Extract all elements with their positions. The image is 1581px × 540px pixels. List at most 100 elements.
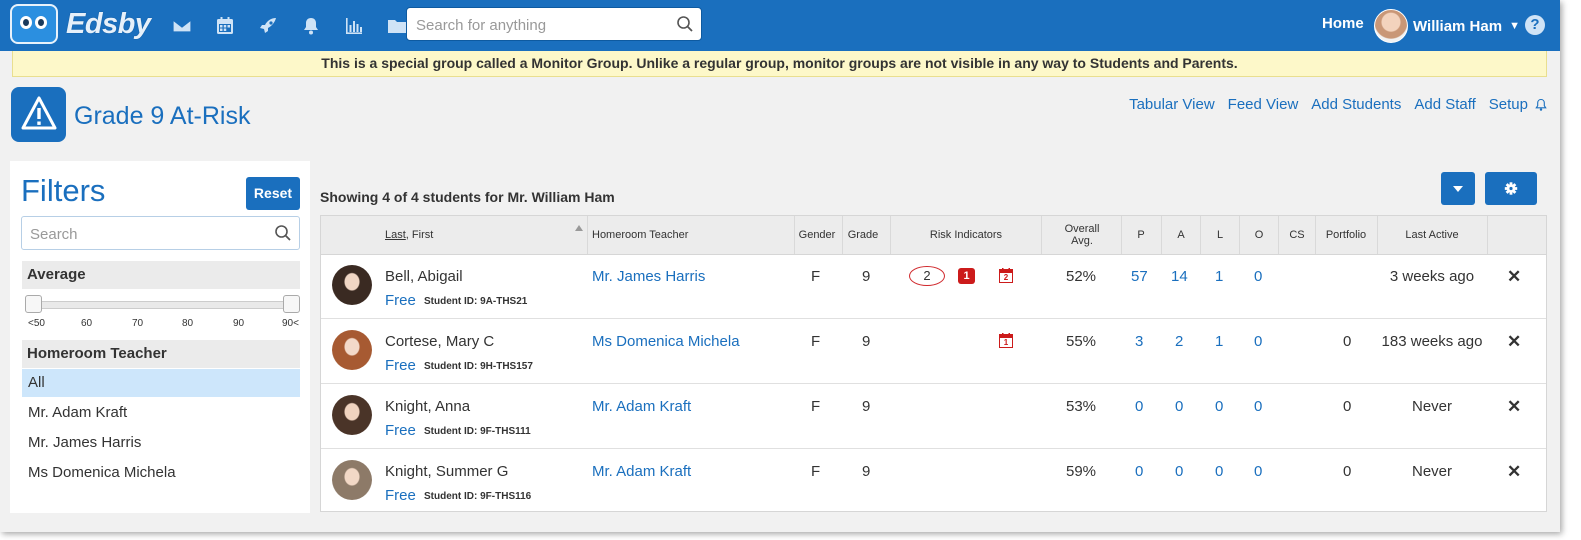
o-count-link[interactable]: 0 bbox=[1254, 333, 1262, 350]
rocket-icon[interactable] bbox=[246, 14, 289, 38]
notification-bell-icon[interactable] bbox=[1534, 98, 1548, 112]
slider-min-handle[interactable] bbox=[25, 295, 42, 313]
homeroom-option-michela[interactable]: Ms Domenica Michela bbox=[22, 459, 300, 487]
calendar-icon[interactable] bbox=[203, 14, 246, 38]
portfolio-cell: 0 bbox=[1343, 463, 1352, 480]
homeroom-teacher-link[interactable]: Mr. James Harris bbox=[592, 268, 705, 285]
edsby-logo[interactable]: Edsby bbox=[10, 4, 151, 44]
l-count-link[interactable]: 0 bbox=[1215, 463, 1223, 480]
free-status-link[interactable]: Free bbox=[385, 292, 416, 309]
setup-link[interactable]: Setup bbox=[1489, 96, 1528, 113]
l-count-link[interactable]: 1 bbox=[1215, 268, 1223, 285]
l-count-link[interactable]: 1 bbox=[1215, 333, 1223, 350]
student-photo[interactable] bbox=[332, 460, 372, 500]
p-count-link[interactable]: 57 bbox=[1131, 268, 1148, 285]
feed-view-link[interactable]: Feed View bbox=[1228, 96, 1299, 113]
p-count-link[interactable]: 0 bbox=[1135, 398, 1143, 415]
top-navigation-bar: Edsby Home bbox=[0, 0, 1560, 51]
average-range-slider[interactable] bbox=[25, 295, 300, 313]
tick-label: 70 bbox=[132, 318, 144, 329]
attendance-calendar-icon[interactable]: 2 bbox=[999, 268, 1013, 283]
options-dropdown-button[interactable] bbox=[1441, 172, 1475, 205]
search-icon[interactable] bbox=[274, 224, 292, 242]
settings-button[interactable] bbox=[1485, 172, 1537, 205]
homeroom-option-all[interactable]: All bbox=[22, 369, 300, 397]
filter-search-box[interactable] bbox=[21, 216, 300, 250]
attendance-calendar-icon[interactable]: 1 bbox=[999, 333, 1013, 348]
student-photo[interactable] bbox=[332, 265, 372, 305]
free-status-link[interactable]: Free bbox=[385, 422, 416, 439]
column-header-o[interactable]: O bbox=[1240, 216, 1278, 254]
homeroom-teacher-link[interactable]: Mr. Adam Kraft bbox=[592, 463, 691, 480]
search-icon[interactable] bbox=[676, 15, 694, 33]
grade-cell: 9 bbox=[862, 463, 871, 480]
homeroom-teacher-link[interactable]: Mr. Adam Kraft bbox=[592, 398, 691, 415]
l-count-link[interactable]: 0 bbox=[1215, 398, 1223, 415]
help-icon[interactable]: ? bbox=[1525, 15, 1545, 35]
student-name[interactable]: Cortese, Mary C bbox=[385, 333, 494, 350]
student-id-value: 9F-THS111 bbox=[480, 426, 531, 437]
column-header-portfolio[interactable]: Portfolio bbox=[1316, 216, 1376, 254]
column-header-name[interactable]: Last, First bbox=[385, 216, 525, 254]
student-id-value: 9H-THS157 bbox=[480, 361, 533, 372]
p-count-link[interactable]: 3 bbox=[1135, 333, 1143, 350]
portfolio-cell: 0 bbox=[1343, 333, 1352, 350]
bell-icon[interactable] bbox=[289, 14, 332, 38]
table-row[interactable]: Knight, Summer G Free Student ID: 9F-THS… bbox=[321, 449, 1546, 513]
free-status-link[interactable]: Free bbox=[385, 487, 416, 504]
homeroom-option-kraft[interactable]: Mr. Adam Kraft bbox=[22, 399, 300, 427]
column-header-homeroom[interactable]: Homeroom Teacher bbox=[592, 216, 792, 254]
risk-alert-badge[interactable]: 1 bbox=[958, 268, 975, 284]
calendar-count: 1 bbox=[1003, 338, 1009, 347]
student-photo[interactable] bbox=[332, 330, 372, 370]
student-id-value: 9A-THS21 bbox=[480, 296, 528, 307]
column-header-last-active[interactable]: Last Active bbox=[1378, 216, 1486, 254]
risk-count-indicator[interactable]: 2 bbox=[909, 266, 945, 286]
remove-student-button[interactable]: ✕ bbox=[1507, 332, 1521, 352]
student-name[interactable]: Knight, Summer G bbox=[385, 463, 508, 480]
remove-student-button[interactable]: ✕ bbox=[1507, 462, 1521, 482]
user-avatar bbox=[1374, 9, 1408, 43]
remove-student-button[interactable]: ✕ bbox=[1507, 397, 1521, 417]
user-menu[interactable]: William Ham ▼ bbox=[1374, 9, 1520, 43]
user-name: William Ham bbox=[1413, 17, 1503, 35]
column-header-a[interactable]: A bbox=[1162, 216, 1200, 254]
table-row[interactable]: Cortese, Mary C Free Student ID: 9H-THS1… bbox=[321, 319, 1546, 384]
student-name[interactable]: Knight, Anna bbox=[385, 398, 470, 415]
reset-button[interactable]: Reset bbox=[246, 177, 300, 210]
column-header-risk[interactable]: Risk Indicators bbox=[891, 216, 1041, 254]
column-header-l[interactable]: L bbox=[1201, 216, 1239, 254]
o-count-link[interactable]: 0 bbox=[1254, 268, 1262, 285]
table-row[interactable]: Knight, Anna Free Student ID: 9F-THS111 … bbox=[321, 384, 1546, 449]
mail-icon[interactable] bbox=[160, 14, 203, 38]
a-count-link[interactable]: 0 bbox=[1175, 463, 1183, 480]
filter-search-input[interactable] bbox=[28, 218, 272, 250]
student-photo[interactable] bbox=[332, 395, 372, 435]
overall-avg-cell: 53% bbox=[1066, 398, 1097, 415]
global-search-input[interactable] bbox=[414, 8, 668, 42]
remove-student-button[interactable]: ✕ bbox=[1507, 267, 1521, 287]
slider-max-handle[interactable] bbox=[283, 295, 300, 313]
global-search-box[interactable] bbox=[406, 7, 702, 42]
chart-icon[interactable] bbox=[332, 14, 375, 38]
homeroom-teacher-link[interactable]: Ms Domenica Michela bbox=[592, 333, 740, 350]
column-header-p[interactable]: P bbox=[1122, 216, 1160, 254]
student-name[interactable]: Bell, Abigail bbox=[385, 268, 463, 285]
a-count-link[interactable]: 14 bbox=[1171, 268, 1188, 285]
column-header-cs[interactable]: CS bbox=[1279, 216, 1315, 254]
add-staff-link[interactable]: Add Staff bbox=[1414, 96, 1475, 113]
o-count-link[interactable]: 0 bbox=[1254, 463, 1262, 480]
column-header-grade[interactable]: Grade bbox=[843, 216, 883, 254]
homeroom-option-harris[interactable]: Mr. James Harris bbox=[22, 429, 300, 457]
column-header-overall-avg[interactable]: Overall Avg. bbox=[1042, 216, 1122, 254]
home-link[interactable]: Home bbox=[1322, 15, 1364, 32]
add-students-link[interactable]: Add Students bbox=[1311, 96, 1401, 113]
a-count-link[interactable]: 2 bbox=[1175, 333, 1183, 350]
p-count-link[interactable]: 0 bbox=[1135, 463, 1143, 480]
tabular-view-link[interactable]: Tabular View bbox=[1129, 96, 1215, 113]
a-count-link[interactable]: 0 bbox=[1175, 398, 1183, 415]
column-header-gender[interactable]: Gender bbox=[795, 216, 839, 254]
table-row[interactable]: Bell, Abigail Free Student ID: 9A-THS21 … bbox=[321, 254, 1546, 319]
o-count-link[interactable]: 0 bbox=[1254, 398, 1262, 415]
free-status-link[interactable]: Free bbox=[385, 357, 416, 374]
